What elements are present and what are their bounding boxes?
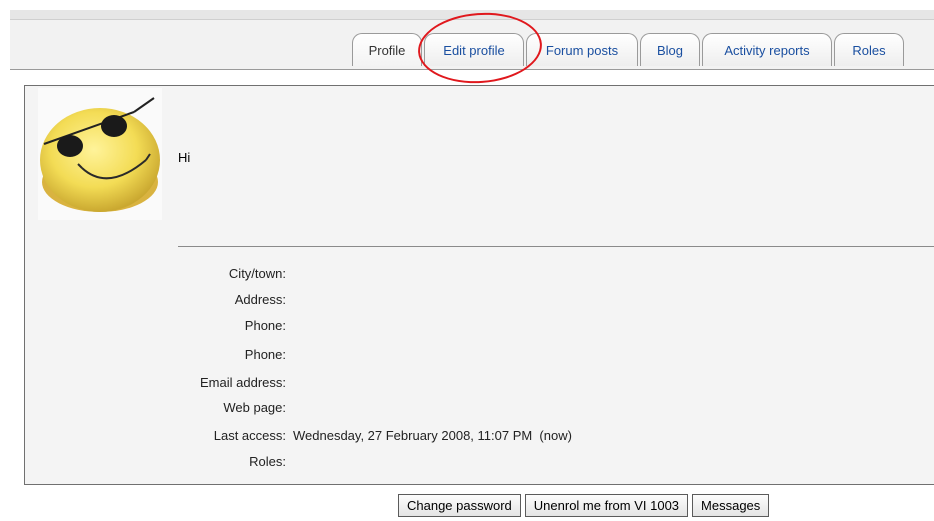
last-access-label: Last access:	[213, 428, 286, 443]
tab-label: Edit profile	[443, 42, 505, 58]
email-label: Email address:	[200, 375, 286, 390]
unenrol-button[interactable]: Unenrol me from VI 1003	[524, 494, 689, 517]
tab-label: Forum posts	[545, 42, 619, 58]
tab-label: Profile	[368, 42, 406, 58]
tab-blog[interactable]: Blog	[640, 33, 700, 66]
profile-description: Hi	[178, 150, 191, 165]
web-page-label: Web page:	[223, 400, 286, 415]
profile-actions: Change password Unenrol me from VI 1003 …	[398, 494, 770, 518]
tab-baseline	[10, 69, 934, 70]
tab-profile[interactable]: Profile	[352, 33, 422, 66]
tab-label: Activity reports	[724, 42, 810, 58]
tab-activity-reports[interactable]: Activity reports	[702, 33, 832, 66]
change-password-button[interactable]: Change password	[398, 494, 521, 517]
profile-divider	[178, 246, 934, 247]
messages-button[interactable]: Messages	[692, 494, 770, 517]
header-strip	[10, 10, 934, 20]
tab-label: Blog	[656, 42, 684, 58]
avatar	[38, 88, 162, 220]
tab-label: Roles	[852, 42, 886, 58]
city-label: City/town:	[228, 266, 286, 281]
tab-roles[interactable]: Roles	[834, 33, 904, 66]
address-label: Address:	[234, 292, 286, 307]
tab-forum-posts[interactable]: Forum posts	[526, 33, 638, 66]
phone-label: Phone:	[244, 318, 286, 333]
roles-label: Roles:	[249, 454, 286, 469]
page-top-margin	[0, 0, 934, 10]
phone2-label: Phone:	[244, 347, 286, 362]
smiley-avatar-icon	[40, 97, 160, 212]
last-access-value: Wednesday, 27 February 2008, 11:07 PM (n…	[293, 428, 572, 443]
tab-edit-profile[interactable]: Edit profile	[424, 33, 524, 66]
